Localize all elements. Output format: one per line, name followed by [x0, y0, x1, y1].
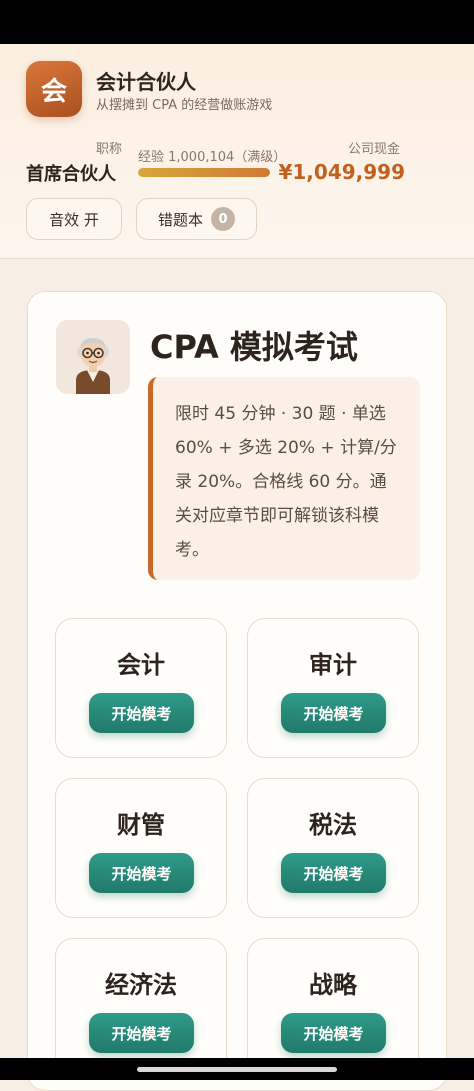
rank-label: 职称: [96, 142, 123, 157]
experience-label: 经验 1,000,104（满级）: [138, 150, 287, 165]
start-exam-button[interactable]: 开始模考: [89, 853, 194, 893]
subject-card-tax: 税法 开始模考: [247, 778, 419, 918]
start-exam-button[interactable]: 开始模考: [281, 693, 386, 733]
exam-description: 限时 45 分钟 · 30 题 · 单选 60% + 多选 20% + 计算/分…: [148, 377, 420, 580]
home-indicator[interactable]: [137, 1067, 337, 1072]
app-header: 会 会计合伙人 从摆摊到 CPA 的经营做账游戏 职称 首席合伙人 经验 1,0…: [0, 44, 474, 259]
start-exam-button[interactable]: 开始模考: [89, 1013, 194, 1053]
subject-card-strategy: 战略 开始模考: [247, 938, 419, 1078]
subject-card-audit: 审计 开始模考: [247, 618, 419, 758]
wrong-book-label: 错题本: [157, 210, 203, 229]
subject-name: 税法: [309, 811, 357, 839]
app-logo: 会: [26, 61, 82, 117]
app-title: 会计合伙人: [96, 70, 196, 94]
status-bar: [0, 0, 474, 44]
navigation-bar: [0, 1058, 474, 1080]
cash-value: ¥1,049,999: [278, 160, 405, 184]
sound-toggle-button[interactable]: 音效 开: [26, 198, 122, 240]
start-exam-button[interactable]: 开始模考: [281, 1013, 386, 1053]
experience-progress-fill: [138, 168, 270, 177]
subject-name: 财管: [117, 811, 165, 839]
professor-avatar-icon: [56, 320, 130, 394]
rank-value: 首席合伙人: [26, 164, 116, 185]
exam-card: CPA 模拟考试 限时 45 分钟 · 30 题 · 单选 60% + 多选 2…: [27, 291, 447, 1091]
subject-name: 审计: [309, 651, 357, 679]
wrong-book-count-badge: 0: [211, 207, 235, 231]
start-exam-button[interactable]: 开始模考: [89, 693, 194, 733]
sound-toggle-label: 音效 开: [49, 210, 99, 229]
subject-name: 会计: [117, 651, 165, 679]
subject-card-accounting: 会计 开始模考: [55, 618, 227, 758]
cash-label: 公司现金: [348, 142, 401, 157]
subject-card-economic-law: 经济法 开始模考: [55, 938, 227, 1078]
wrong-book-button[interactable]: 错题本 0: [136, 198, 257, 240]
start-exam-button[interactable]: 开始模考: [281, 853, 386, 893]
app-subtitle: 从摆摊到 CPA 的经营做账游戏: [96, 98, 273, 113]
experience-progress-bar: [138, 168, 270, 177]
subject-card-finance: 财管 开始模考: [55, 778, 227, 918]
subject-name: 战略: [309, 971, 357, 999]
subject-name: 经济法: [105, 971, 177, 999]
exam-title: CPA 模拟考试: [150, 328, 358, 366]
